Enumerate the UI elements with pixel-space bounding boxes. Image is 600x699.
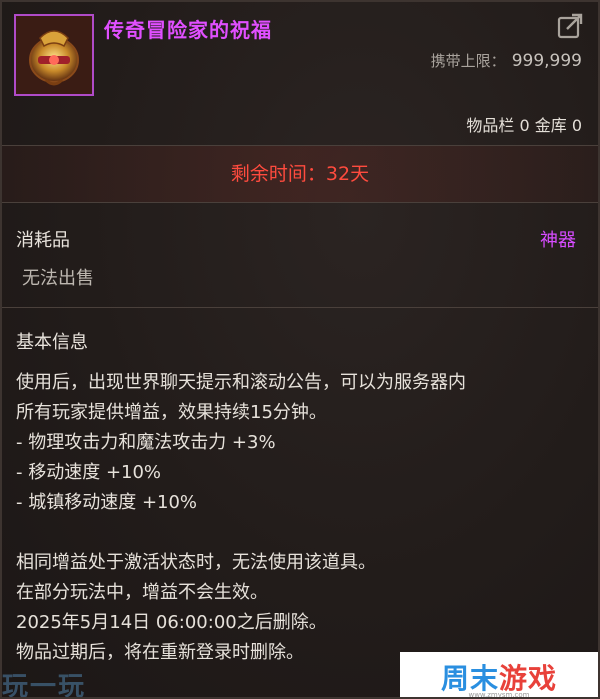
sell-status: 无法出售 bbox=[22, 268, 94, 289]
description-line: 使用后，出现世界聊天提示和滚动公告，可以为服务器内 bbox=[16, 372, 466, 393]
item-tooltip: 传奇冒险家的祝福 携带上限： 999,999 物品栏 0 金库 0 剩余时间：32… bbox=[0, 0, 600, 699]
description-line: - 城镇移动速度 +10% bbox=[16, 492, 198, 513]
description-line: - 物理攻击力和魔法攻击力 +3% bbox=[16, 432, 276, 453]
watermark-right: 周末 游戏 www.zmysm.com bbox=[400, 652, 598, 699]
watermark-left: 玩一玩 bbox=[2, 671, 87, 699]
carry-limit: 携带上限： 999,999 bbox=[431, 50, 582, 71]
item-name: 传奇冒险家的祝福 bbox=[104, 18, 272, 42]
divider bbox=[2, 202, 598, 203]
section-title-basic-info: 基本信息 bbox=[16, 332, 88, 353]
divider bbox=[2, 307, 598, 308]
item-description: 使用后，出现世界聊天提示和滚动公告，可以为服务器内 所有玩家提供增益，效果持续1… bbox=[16, 368, 591, 668]
note-line: 2025年5月14日 06:00:00之后删除。 bbox=[16, 612, 327, 633]
description-line: 所有玩家提供增益，效果持续15分钟。 bbox=[16, 402, 327, 423]
watermark-url: www.zmysm.com bbox=[468, 691, 530, 699]
tooltip-header: 传奇冒险家的祝福 携带上限： 999,999 物品栏 0 金库 0 bbox=[2, 2, 598, 144]
description-line: - 移动速度 +10% bbox=[16, 462, 162, 483]
note-line: 相同增益处于激活状态时，无法使用该道具。 bbox=[16, 552, 376, 573]
item-type: 消耗品 bbox=[16, 230, 70, 251]
item-grade: 神器 bbox=[540, 230, 576, 251]
carry-limit-value: 999,999 bbox=[511, 51, 582, 71]
carry-limit-label: 携带上限： bbox=[430, 52, 506, 70]
remaining-time: 剩余时间：32天 bbox=[2, 146, 598, 202]
storage-count: 物品栏 0 金库 0 bbox=[466, 116, 582, 135]
golden-lamp-icon bbox=[14, 14, 94, 96]
share-export-icon[interactable] bbox=[556, 12, 584, 40]
note-line: 在部分玩法中，增益不会生效。 bbox=[16, 582, 268, 603]
